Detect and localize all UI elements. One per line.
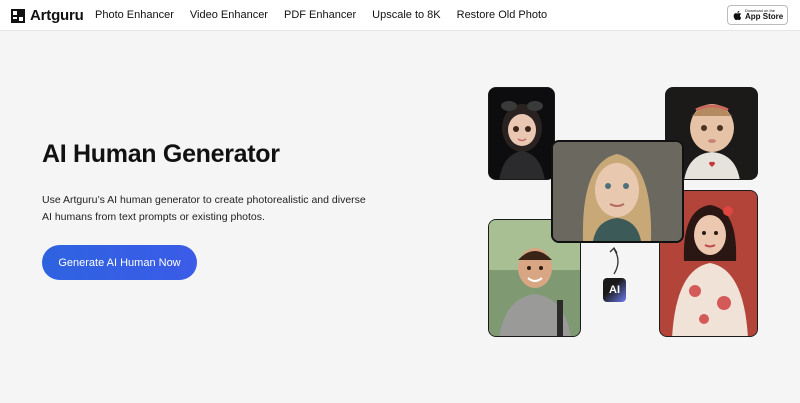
- main-nav: Photo Enhancer Video Enhancer PDF Enhanc…: [95, 9, 563, 21]
- nav-photo-enhancer[interactable]: Photo Enhancer: [95, 9, 174, 21]
- nav-restore-old-photo[interactable]: Restore Old Photo: [457, 9, 548, 21]
- curved-arrow-icon: [609, 246, 619, 275]
- nav-upscale-8k[interactable]: Upscale to 8K: [372, 9, 440, 21]
- top-nav-bar: Artguru Photo Enhancer Video Enhancer PD…: [0, 0, 800, 31]
- blonde-woman-photo: [551, 140, 684, 243]
- apple-icon: [733, 10, 742, 20]
- artguru-logo-icon: [11, 8, 25, 23]
- brand-logo[interactable]: Artguru: [11, 7, 84, 24]
- cartoon-girl-photo: [488, 87, 555, 180]
- app-store-title: App Store: [745, 12, 784, 21]
- app-store-button[interactable]: Download on the App Store: [727, 5, 788, 25]
- nav-video-enhancer[interactable]: Video Enhancer: [190, 9, 268, 21]
- page-title: AI Human Generator: [42, 140, 280, 168]
- nav-pdf-enhancer[interactable]: PDF Enhancer: [284, 9, 356, 21]
- ai-badge: AI: [603, 278, 626, 302]
- brand-name: Artguru: [30, 7, 84, 24]
- hero-description: Use Artguru’s AI human generator to crea…: [42, 194, 366, 223]
- generate-ai-human-button[interactable]: Generate AI Human Now: [42, 245, 197, 280]
